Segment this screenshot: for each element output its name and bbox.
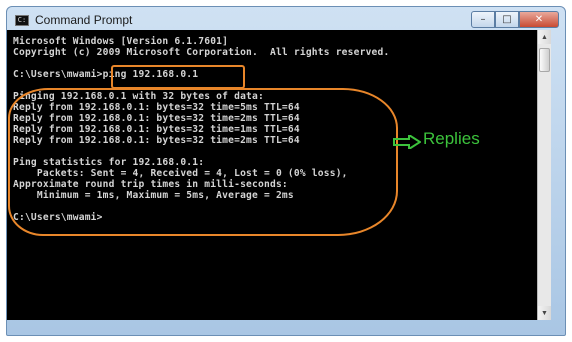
- replies-highlight-oval: [8, 88, 398, 236]
- console-line: Copyright (c) 2009 Microsoft Corporation…: [13, 47, 390, 58]
- window-controls: – □ ✕: [471, 11, 559, 28]
- scrollbar-thumb[interactable]: [539, 48, 550, 72]
- ping-command-highlight: [111, 65, 245, 89]
- window-title: Command Prompt: [35, 13, 133, 27]
- console-line: Microsoft Windows [Version 6.1.7601]: [13, 36, 229, 47]
- minimize-button[interactable]: –: [471, 11, 495, 28]
- maximize-button[interactable]: □: [495, 11, 519, 28]
- replies-annotation-label: Replies: [423, 129, 480, 148]
- close-button[interactable]: ✕: [519, 11, 559, 28]
- vertical-scrollbar[interactable]: ▲ ▼: [537, 30, 551, 320]
- arrow-right-icon: [393, 135, 421, 149]
- scroll-up-arrow-icon[interactable]: ▲: [538, 30, 551, 44]
- console-app-icon: C:: [15, 14, 29, 26]
- scroll-down-arrow-icon[interactable]: ▼: [538, 306, 551, 320]
